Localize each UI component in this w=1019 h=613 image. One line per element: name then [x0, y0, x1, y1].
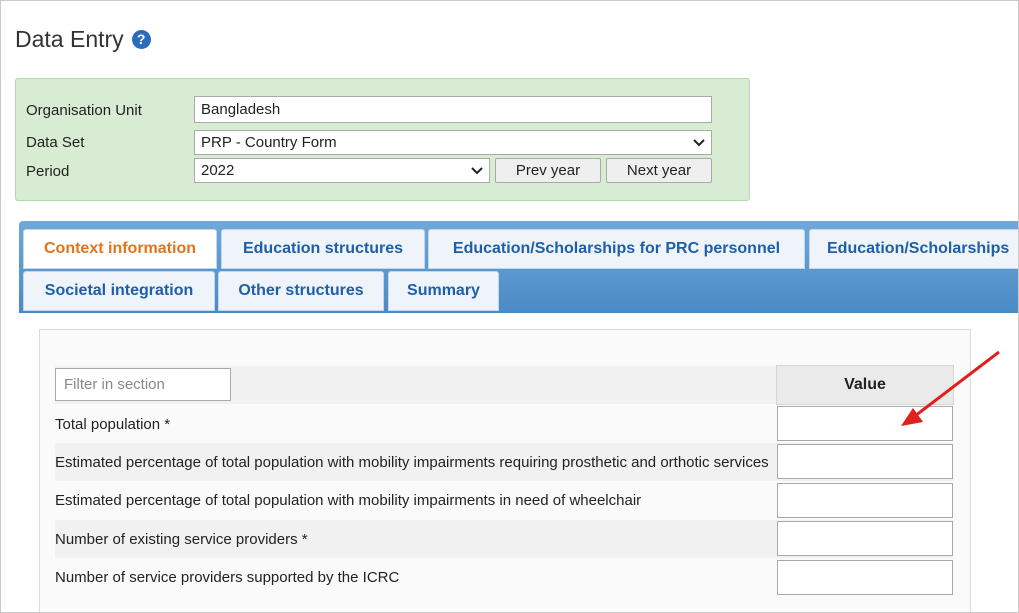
filter-in-section-input[interactable]: Filter in section [55, 368, 231, 401]
value-input[interactable] [777, 560, 953, 595]
org-unit-field[interactable]: Bangladesh [194, 96, 712, 123]
page-title: Data Entry ? [15, 26, 151, 53]
tab-other-structures[interactable]: Other structures [218, 271, 384, 311]
org-unit-label: Organisation Unit [26, 102, 142, 119]
row-label: Total population * [55, 415, 171, 433]
data-set-value: PRP - Country Form [201, 134, 337, 151]
row-label: Estimated percentage of total population… [55, 453, 769, 471]
data-set-select[interactable]: PRP - Country Form [194, 130, 712, 155]
next-year-button[interactable]: Next year [606, 158, 712, 183]
tab-societal-integration[interactable]: Societal integration [23, 271, 215, 311]
row-label: Estimated percentage of total population… [55, 491, 642, 509]
tab-education-scholarships-prc[interactable]: Education/Scholarships for PRC personnel [428, 229, 805, 269]
value-input[interactable] [777, 444, 953, 479]
row-label: Number of existing service providers * [55, 530, 308, 548]
tab-summary[interactable]: Summary [388, 271, 499, 311]
tab-education-scholarships[interactable]: Education/Scholarships [809, 229, 1018, 269]
data-set-label: Data Set [26, 134, 85, 151]
red-arrow-annotation [901, 350, 1000, 426]
prev-year-button[interactable]: Prev year [495, 158, 601, 183]
value-input[interactable] [777, 483, 953, 518]
tab-context-information[interactable]: Context information [23, 229, 217, 269]
window-frame: Data Entry ? Organisation Unit Banglades… [0, 0, 1019, 613]
row-label: Number of service providers supported by… [55, 568, 400, 586]
chevron-down-icon [471, 164, 483, 178]
page-title-text: Data Entry [15, 26, 124, 52]
question-circle-icon[interactable]: ? [131, 30, 151, 49]
value-input[interactable] [777, 521, 953, 556]
period-select[interactable]: 2022 [194, 158, 490, 183]
period-label: Period [26, 163, 70, 180]
period-value: 2022 [201, 162, 235, 179]
tab-education-structures[interactable]: Education structures [221, 229, 425, 269]
chevron-down-icon [693, 136, 705, 150]
org-unit-value: Bangladesh [201, 101, 281, 118]
